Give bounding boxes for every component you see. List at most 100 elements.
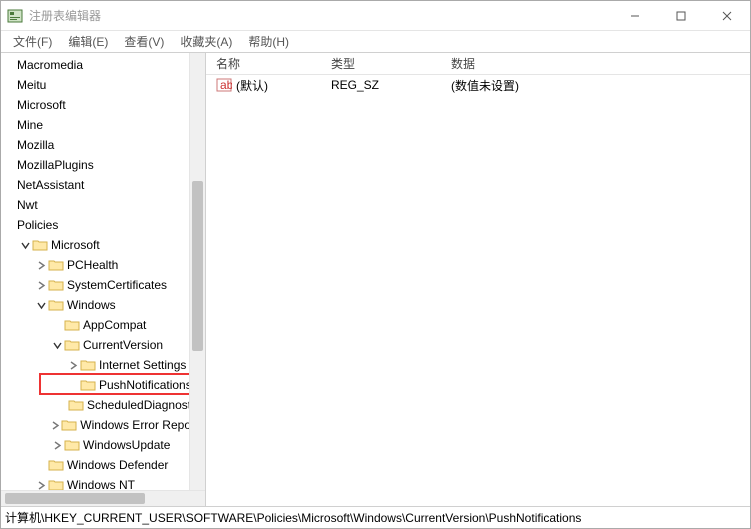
chevron-down-icon[interactable] — [19, 241, 31, 250]
chevron-down-icon[interactable] — [35, 301, 47, 310]
status-path: 计算机\HKEY_CURRENT_USER\SOFTWARE\Policies\… — [5, 509, 581, 526]
menubar: 文件(F) 编辑(E) 查看(V) 收藏夹(A) 帮助(H) — [1, 31, 750, 53]
tree-item-label: Windows Error Reporti — [80, 418, 201, 432]
tree-item[interactable]: AppCompat — [1, 315, 205, 335]
tree-item[interactable]: Windows Error Reporti — [1, 415, 205, 435]
tree-item-label: ScheduledDiagnostics — [87, 398, 205, 412]
tree-item[interactable]: Windows Defender — [1, 455, 205, 475]
chevron-right-icon[interactable] — [35, 261, 47, 270]
tree-item[interactable]: NetAssistant — [1, 175, 205, 195]
value-name-cell: ab (默认) — [206, 77, 321, 94]
column-header-name[interactable]: 名称 — [206, 55, 321, 72]
list-row[interactable]: ab (默认) REG_SZ (数值未设置) — [206, 75, 750, 95]
chevron-right-icon[interactable] — [67, 361, 79, 370]
folder-icon — [48, 258, 64, 272]
titlebar: 注册表编辑器 — [1, 1, 750, 31]
tree-item[interactable]: WindowsUpdate — [1, 435, 205, 455]
string-value-icon: ab — [216, 77, 232, 93]
tree-item-label: Mine — [17, 118, 43, 132]
chevron-right-icon[interactable] — [51, 441, 63, 450]
tree-item-label: AppCompat — [83, 318, 146, 332]
tree-horizontal-scroll-thumb[interactable] — [5, 493, 145, 504]
tree-item-label: Policies — [17, 218, 58, 232]
tree-item[interactable]: Policies — [1, 215, 205, 235]
tree-item[interactable]: CurrentVersion — [1, 335, 205, 355]
folder-icon — [32, 238, 48, 252]
tree-vertical-scroll-thumb[interactable] — [192, 181, 203, 351]
tree-item[interactable]: PCHealth — [1, 255, 205, 275]
value-type-cell: REG_SZ — [321, 78, 441, 92]
tree-item-label: Microsoft — [51, 238, 100, 252]
chevron-right-icon[interactable] — [35, 281, 47, 290]
folder-icon — [64, 438, 80, 452]
chevron-right-icon[interactable] — [35, 481, 47, 490]
tree-item[interactable]: Microsoft — [1, 235, 205, 255]
tree-vertical-scrollbar[interactable] — [189, 53, 205, 490]
tree-item[interactable]: Windows — [1, 295, 205, 315]
tree-item[interactable]: Windows NT — [1, 475, 205, 490]
window-controls — [612, 1, 750, 30]
tree-item-label: Macromedia — [17, 58, 83, 72]
tree-item-label: PCHealth — [67, 258, 118, 272]
list-body: ab (默认) REG_SZ (数值未设置) — [206, 75, 750, 506]
tree-item-label: Nwt — [17, 198, 38, 212]
folder-icon — [48, 278, 64, 292]
folder-icon — [48, 478, 64, 490]
tree-item[interactable]: Microsoft — [1, 95, 205, 115]
list-pane: 名称 类型 数据 ab (默认) REG_SZ (数值未设置) — [206, 53, 750, 506]
content-area: Macromedia Meitu Microsoft Mine Mozilla Mozil… — [1, 53, 750, 506]
tree-item-label: Internet Settings — [99, 358, 186, 372]
tree-scroll-viewport: Macromedia Meitu Microsoft Mine Mozilla Mozil… — [1, 53, 205, 490]
tree-item-label: Meitu — [17, 78, 46, 92]
tree-item-label: PushNotifications — [99, 378, 192, 392]
tree-item[interactable]: Nwt — [1, 195, 205, 215]
folder-icon — [68, 398, 84, 412]
value-name-text: (默认) — [236, 77, 268, 94]
tree-item-label: SystemCertificates — [67, 278, 167, 292]
value-data-cell: (数值未设置) — [441, 77, 750, 94]
tree-item-label: Mozilla — [17, 138, 54, 152]
tree-item[interactable]: Internet Settings — [1, 355, 205, 375]
tree-item-label: NetAssistant — [17, 178, 84, 192]
tree-item[interactable]: SystemCertificates — [1, 275, 205, 295]
folder-icon — [48, 298, 64, 312]
tree-item-label: Windows NT — [67, 478, 135, 490]
menu-view[interactable]: 查看(V) — [116, 31, 172, 52]
tree-item[interactable]: ScheduledDiagnostics — [1, 395, 205, 415]
folder-icon — [80, 358, 96, 372]
chevron-right-icon[interactable] — [51, 421, 60, 430]
folder-icon — [64, 338, 80, 352]
statusbar: 计算机\HKEY_CURRENT_USER\SOFTWARE\Policies\… — [1, 506, 750, 528]
close-button[interactable] — [704, 1, 750, 30]
tree-horizontal-scrollbar[interactable] — [1, 490, 205, 506]
menu-file[interactable]: 文件(F) — [5, 31, 60, 52]
column-header-data[interactable]: 数据 — [441, 55, 750, 72]
folder-icon — [80, 378, 96, 392]
regedit-icon — [7, 8, 23, 24]
menu-help[interactable]: 帮助(H) — [240, 31, 297, 52]
tree-item[interactable]: Macromedia — [1, 55, 205, 75]
tree-item-label: Microsoft — [17, 98, 66, 112]
tree-item-label: Windows — [67, 298, 116, 312]
tree-item-label: WindowsUpdate — [83, 438, 170, 452]
maximize-button[interactable] — [658, 1, 704, 30]
tree-item-label: MozillaPlugins — [17, 158, 94, 172]
tree-item-label: Windows Defender — [67, 458, 168, 472]
tree-item[interactable]: Meitu — [1, 75, 205, 95]
tree-item[interactable]: Mine — [1, 115, 205, 135]
minimize-button[interactable] — [612, 1, 658, 30]
folder-icon — [61, 418, 77, 432]
window-title: 注册表编辑器 — [29, 7, 612, 24]
registry-tree[interactable]: Macromedia Meitu Microsoft Mine Mozilla Mozil… — [1, 53, 205, 490]
menu-edit[interactable]: 编辑(E) — [60, 31, 116, 52]
chevron-down-icon[interactable] — [51, 341, 63, 350]
tree-item[interactable]: MozillaPlugins — [1, 155, 205, 175]
tree-item[interactable]: Mozilla — [1, 135, 205, 155]
folder-icon — [48, 458, 64, 472]
column-header-type[interactable]: 类型 — [321, 55, 441, 72]
folder-icon — [64, 318, 80, 332]
svg-text:ab: ab — [220, 78, 232, 92]
menu-favorites[interactable]: 收藏夹(A) — [172, 31, 240, 52]
list-header: 名称 类型 数据 — [206, 53, 750, 75]
tree-item[interactable]: PushNotifications — [1, 375, 205, 395]
